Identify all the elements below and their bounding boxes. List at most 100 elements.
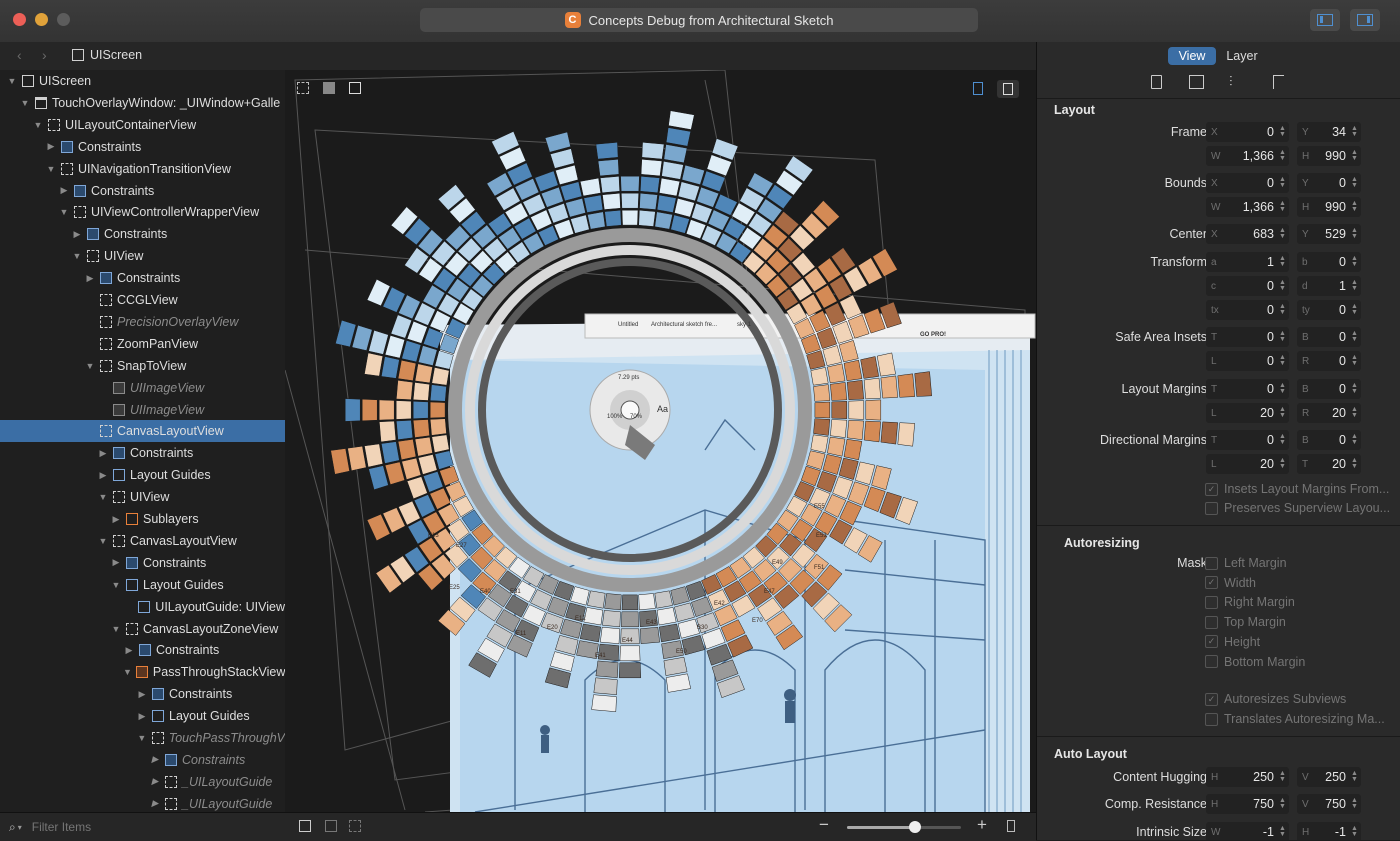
tree-row[interactable]: ▶ Sublayers <box>0 508 285 530</box>
disclosure-closed-icon[interactable]: ▶ <box>84 273 96 284</box>
content-hugging-v-field[interactable]: V 250 ▲ ▼ <box>1297 767 1361 787</box>
safe-area-top-field[interactable]: T 0 ▲ ▼ <box>1206 327 1289 347</box>
stepper-icon[interactable]: ▲ ▼ <box>1278 354 1287 367</box>
disclosure-open-icon[interactable]: ▼ <box>97 492 109 502</box>
tree-row[interactable]: ▶ Constraints <box>0 442 285 464</box>
disclosure-closed-icon[interactable]: ▶ <box>58 185 70 196</box>
disclosure-open-icon[interactable]: ▼ <box>58 207 70 217</box>
tree-row[interactable]: ▶ Constraints <box>0 552 285 574</box>
stepper-icon[interactable]: ▲ ▼ <box>1278 255 1287 268</box>
stepper-icon[interactable]: ▲ ▼ <box>1278 330 1287 343</box>
frame-h-field[interactable]: H 990 ▲ ▼ <box>1297 146 1361 166</box>
stepper-icon[interactable]: ▲ ▼ <box>1350 227 1359 240</box>
disclosure-closed-icon[interactable]: ▶ <box>97 448 109 459</box>
frame-w-field[interactable]: W 1,366 ▲ ▼ <box>1206 146 1289 166</box>
disclosure-closed-icon[interactable]: ▶ <box>110 514 122 525</box>
stepper-icon[interactable]: ▲ ▼ <box>1350 279 1359 292</box>
intrinsic-w-field[interactable]: W -1 ▲ ▼ <box>1206 822 1289 840</box>
tree-row[interactable]: ▼ CanvasLayoutView <box>0 530 285 552</box>
tree-row[interactable]: ▶ Constraints <box>0 136 285 158</box>
search-icon[interactable]: ⌕ <box>9 820 16 835</box>
zoom-slider-knob[interactable] <box>909 821 922 833</box>
stepper-icon[interactable]: ▲ ▼ <box>1350 406 1359 419</box>
tree-row[interactable]: UIImageView <box>0 399 285 421</box>
stepper-icon[interactable]: ▲ ▼ <box>1278 149 1287 162</box>
tree-row[interactable]: ▼ TouchPassThroughV <box>0 727 285 749</box>
transform-d-field[interactable]: d 1 ▲ ▼ <box>1297 276 1361 296</box>
disclosure-open-icon[interactable]: ▼ <box>110 580 122 590</box>
disclosure-open-icon[interactable]: ▼ <box>32 120 44 130</box>
view-debugger-canvas[interactable]: Untitled Architectural sketch fre... sky… <box>285 70 1036 812</box>
show-clipped-button[interactable] <box>997 80 1019 98</box>
preserves-superview-checkbox[interactable]: Preserves Superview Layou... <box>1205 501 1390 515</box>
tree-row[interactable]: UIImageView <box>0 377 285 399</box>
safe-area-left-field[interactable]: L 0 ▲ ▼ <box>1206 351 1289 371</box>
stepper-icon[interactable]: ▲ ▼ <box>1350 354 1359 367</box>
frame-y-field[interactable]: Y 34 ▲ ▼ <box>1297 122 1361 142</box>
bounds-x-field[interactable]: X 0 ▲ ▼ <box>1206 173 1289 193</box>
stepper-icon[interactable]: ▲ ▼ <box>1278 457 1287 470</box>
tree-row[interactable]: ▼ TouchOverlayWindow: _UIWindow+Galle <box>0 92 285 114</box>
stepper-icon[interactable]: ▲ ▼ <box>1350 770 1359 783</box>
tree-row[interactable]: ▶ _UILayoutGuide <box>0 771 285 793</box>
transform-a-field[interactable]: a 1 ▲ ▼ <box>1206 252 1289 272</box>
tree-row[interactable]: UILayoutGuide: UIView <box>0 596 285 618</box>
transform-c-field[interactable]: c 0 ▲ ▼ <box>1206 276 1289 296</box>
bounds-h-field[interactable]: H 990 ▲ ▼ <box>1297 197 1361 217</box>
zoom-in-button[interactable]: + <box>977 815 987 835</box>
transform-tx-field[interactable]: tx 0 ▲ ▼ <box>1206 300 1289 320</box>
wireframe-contents-mode-icon[interactable] <box>349 82 361 94</box>
disclosure-open-icon[interactable]: ▼ <box>123 667 132 677</box>
orientation-icon[interactable] <box>973 82 983 95</box>
zoom-slider[interactable] <box>847 821 961 833</box>
disclosure-closed-icon[interactable]: ▶ <box>97 470 109 481</box>
disclosure-open-icon[interactable]: ▼ <box>19 98 31 108</box>
transform-b-field[interactable]: b 0 ▲ ▼ <box>1297 252 1361 272</box>
tree-row[interactable]: ZoomPanView <box>0 333 285 355</box>
show-constraints-icon[interactable] <box>325 820 337 832</box>
tree-row[interactable]: PrecisionOverlayView <box>0 311 285 333</box>
tree-row[interactable]: ▼ UIView <box>0 486 285 508</box>
stepper-icon[interactable]: ▲ ▼ <box>1350 200 1359 213</box>
tree-row[interactable]: ▶ Layout Guides <box>0 705 285 727</box>
back-arrow-icon[interactable]: ‹ <box>17 47 22 63</box>
filter-input[interactable] <box>29 819 254 835</box>
insets-layout-margins-checkbox[interactable]: ✓ Insets Layout Margins From... <box>1205 482 1389 496</box>
close-window-button[interactable] <box>13 13 26 26</box>
zoom-out-button[interactable]: − <box>819 815 829 835</box>
safe-area-bottom-field[interactable]: B 0 ▲ ▼ <box>1297 327 1361 347</box>
mask-width-checkbox[interactable]: ✓ Width <box>1205 576 1256 590</box>
mask-bottom-margin-checkbox[interactable]: Bottom Margin <box>1205 655 1305 669</box>
object-inspector-icon[interactable] <box>1189 75 1204 89</box>
content-hugging-h-field[interactable]: H 250 ▲ ▼ <box>1206 767 1289 787</box>
center-x-field[interactable]: X 683 ▲ ▼ <box>1206 224 1289 244</box>
safe-area-right-field[interactable]: R 0 ▲ ▼ <box>1297 351 1361 371</box>
toggle-right-pane-button[interactable] <box>1350 9 1380 31</box>
tree-row[interactable]: ▶ Constraints <box>0 180 285 202</box>
stepper-icon[interactable]: ▲ ▼ <box>1350 255 1359 268</box>
tree-row[interactable]: ▶ Constraints <box>0 639 285 661</box>
mask-left-margin-checkbox[interactable]: Left Margin <box>1205 556 1287 570</box>
directional-trailing-field[interactable]: T 20 ▲ ▼ <box>1297 454 1361 474</box>
tree-row[interactable]: ▼ UIView <box>0 245 285 267</box>
size-inspector-icon[interactable] <box>1273 75 1284 89</box>
minimize-window-button[interactable] <box>35 13 48 26</box>
tab-layer[interactable]: Layer <box>1218 47 1266 65</box>
directional-bottom-field[interactable]: B 0 ▲ ▼ <box>1297 430 1361 450</box>
stepper-icon[interactable]: ▲ ▼ <box>1278 406 1287 419</box>
stepper-icon[interactable]: ▲ ▼ <box>1350 825 1359 838</box>
disclosure-closed-icon[interactable]: ▶ <box>136 689 148 700</box>
toggle-left-pane-button[interactable] <box>1310 9 1340 31</box>
compression-v-field[interactable]: V 750 ▲ ▼ <box>1297 794 1361 814</box>
tree-row[interactable]: ▼ SnapToView <box>0 355 285 377</box>
stepper-icon[interactable]: ▲ ▼ <box>1350 125 1359 138</box>
disclosure-open-icon[interactable]: ▼ <box>97 536 109 546</box>
bounds-y-field[interactable]: Y 0 ▲ ▼ <box>1297 173 1361 193</box>
tree-row[interactable]: ▼ UINavigationTransitionView <box>0 158 285 180</box>
stepper-icon[interactable]: ▲ ▼ <box>1278 825 1287 838</box>
disclosure-closed-icon[interactable]: ▶ <box>71 229 83 240</box>
stepper-icon[interactable]: ▲ ▼ <box>1350 797 1359 810</box>
stepper-icon[interactable]: ▲ ▼ <box>1278 125 1287 138</box>
forward-arrow-icon[interactable]: › <box>42 47 47 63</box>
tree-row[interactable]: CanvasLayoutView <box>0 420 285 443</box>
